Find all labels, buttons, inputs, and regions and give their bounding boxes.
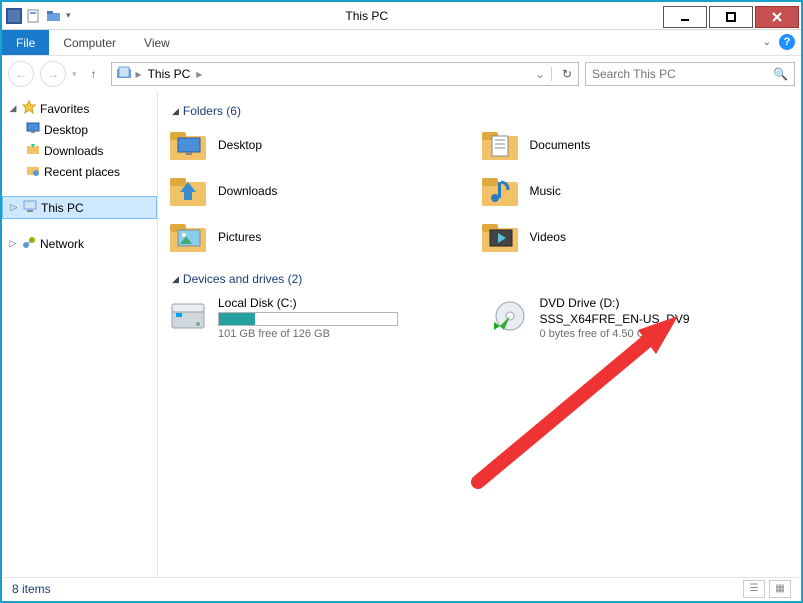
drive-info: DVD Drive (D:) SSS_X64FRE_EN-US_DV9 0 byte… <box>540 296 690 340</box>
folder-label: Pictures <box>218 230 261 244</box>
address-bar[interactable]: ▸ This PC ▸ ⌄ ↻ <box>111 62 579 86</box>
recent-icon <box>26 163 40 180</box>
pc-icon <box>23 199 37 216</box>
search-input[interactable] <box>592 67 773 81</box>
folder-item-desktop[interactable]: Desktop <box>168 128 480 162</box>
refresh-button[interactable]: ↻ <box>556 67 578 81</box>
tree-item-recent[interactable]: Recent places <box>2 161 157 182</box>
window-title: This PC <box>71 9 663 23</box>
app-icon <box>6 8 22 24</box>
folder-label: Desktop <box>218 138 262 152</box>
folder-icon <box>168 128 208 162</box>
breadcrumb-icon <box>116 65 132 84</box>
drive-item-dvd[interactable]: DVD Drive (D:) SSS_X64FRE_EN-US_DV9 0 byte… <box>490 296 792 340</box>
tab-computer[interactable]: Computer <box>49 30 130 55</box>
view-details-button[interactable]: ☰ <box>743 580 765 598</box>
status-bar: 8 items ☰ ▦ <box>4 577 799 599</box>
folder-item-music[interactable]: Music <box>480 174 792 208</box>
drive-free-text: 0 bytes free of 4.50 GB <box>540 328 690 340</box>
search-icon[interactable]: 🔍 <box>773 67 788 81</box>
tree-thispc[interactable]: ▷ This PC <box>2 196 157 219</box>
title-bar: ▾ This PC <box>2 2 801 30</box>
back-button[interactable]: ← <box>8 61 34 87</box>
folder-item-videos[interactable]: Videos <box>480 220 792 254</box>
storage-bar <box>218 312 398 326</box>
desktop-icon <box>26 121 40 138</box>
file-tab[interactable]: File <box>2 30 49 55</box>
folder-icon <box>168 174 208 208</box>
folder-label: Music <box>530 184 561 198</box>
drive-volume-label: SSS_X64FRE_EN-US_DV9 <box>540 312 690 326</box>
drive-info: Local Disk (C:) 101 GB free of 126 GB <box>218 296 398 340</box>
tree-label: Favorites <box>40 102 89 116</box>
forward-button[interactable]: → <box>40 61 66 87</box>
recent-locations-dropdown[interactable]: ▾ <box>72 69 77 80</box>
hdd-icon <box>168 296 208 336</box>
ribbon-expand-icon[interactable]: ⌄ <box>763 37 771 48</box>
folder-label: Documents <box>530 138 591 152</box>
breadcrumb-thispc[interactable]: This PC <box>146 67 193 81</box>
minimize-button[interactable] <box>663 6 707 28</box>
collapse-icon[interactable]: ◢ <box>8 103 18 114</box>
maximize-button[interactable] <box>709 6 753 28</box>
tree-item-desktop[interactable]: Desktop <box>2 119 157 140</box>
search-box[interactable]: 🔍 <box>585 62 795 86</box>
folder-label: Videos <box>530 230 566 244</box>
nav-bar: ← → ▾ ↑ ▸ This PC ▸ ⌄ ↻ 🔍 <box>2 56 801 92</box>
help-icon[interactable]: ? <box>779 34 795 50</box>
folder-icon <box>480 128 520 162</box>
up-button[interactable]: ↑ <box>83 63 105 85</box>
tree-network[interactable]: ▷ Network <box>2 233 157 254</box>
folder-icon <box>168 220 208 254</box>
downloads-icon <box>26 142 40 159</box>
content-pane: ◢ Folders (6) Desktop Documents Downloads M… <box>158 92 801 577</box>
tree-item-downloads[interactable]: Downloads <box>2 140 157 161</box>
dvd-icon <box>490 296 530 336</box>
breadcrumb-sep: ▸ <box>136 67 142 81</box>
tree-item-label: Network <box>40 237 84 251</box>
folder-item-documents[interactable]: Documents <box>480 128 792 162</box>
ribbon: File Computer View ⌄ ? <box>2 30 801 56</box>
expand-icon[interactable]: ▷ <box>8 238 18 249</box>
collapse-icon[interactable]: ◢ <box>172 274 179 285</box>
drive-item-hdd[interactable]: Local Disk (C:) 101 GB free of 126 GB <box>168 296 470 340</box>
close-button[interactable] <box>755 6 799 28</box>
star-icon <box>22 100 36 117</box>
section-drives-header[interactable]: ◢ Devices and drives (2) <box>172 272 791 286</box>
tree-item-label: This PC <box>41 201 84 215</box>
tree-item-label: Downloads <box>44 144 103 158</box>
tree-item-label: Recent places <box>44 165 120 179</box>
qat-properties-icon[interactable] <box>26 8 42 24</box>
expand-icon[interactable]: ▷ <box>9 202 19 213</box>
tree-favorites[interactable]: ◢ Favorites <box>2 98 157 119</box>
folder-icon <box>480 174 520 208</box>
view-icons-button[interactable]: ▦ <box>769 580 791 598</box>
drive-name: Local Disk (C:) <box>218 296 398 310</box>
folder-label: Downloads <box>218 184 277 198</box>
quick-access-toolbar: ▾ <box>2 8 71 24</box>
drive-free-text: 101 GB free of 126 GB <box>218 328 398 340</box>
section-label: Devices and drives (2) <box>183 272 302 286</box>
address-dropdown-icon[interactable]: ⌄ <box>535 67 552 81</box>
section-folders-header[interactable]: ◢ Folders (6) <box>172 104 791 118</box>
qat-newfolder-icon[interactable] <box>46 8 62 24</box>
window-buttons <box>663 4 801 28</box>
section-label: Folders (6) <box>183 104 241 118</box>
breadcrumb-sep2[interactable]: ▸ <box>196 67 202 81</box>
folder-icon <box>480 220 520 254</box>
folder-item-pictures[interactable]: Pictures <box>168 220 480 254</box>
status-item-count: 8 items <box>12 582 51 596</box>
collapse-icon[interactable]: ◢ <box>172 106 179 117</box>
nav-tree: ◢ Favorites Desktop Downloads Recent pla… <box>2 92 158 577</box>
tab-view[interactable]: View <box>130 30 184 55</box>
folder-item-downloads[interactable]: Downloads <box>168 174 480 208</box>
drive-name: DVD Drive (D:) <box>540 296 690 310</box>
network-icon <box>22 235 36 252</box>
tree-item-label: Desktop <box>44 123 88 137</box>
